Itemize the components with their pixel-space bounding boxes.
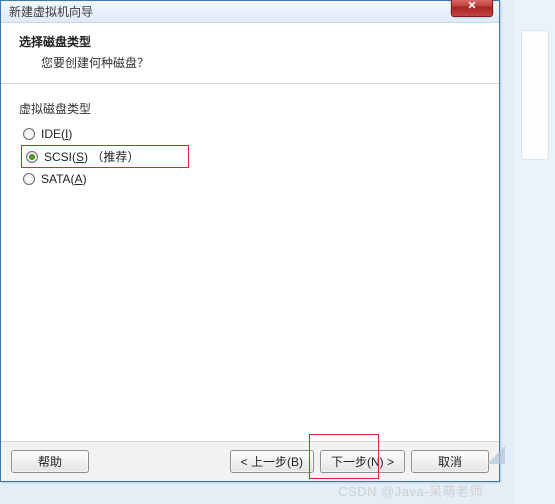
- cancel-button[interactable]: 取消: [411, 450, 489, 473]
- wizard-footer: 帮助 < 上一步(B) 下一步(N) > 取消: [1, 441, 499, 481]
- close-button[interactable]: ✕: [451, 0, 493, 17]
- option-scsi[interactable]: SCSI(S) （推荐）: [21, 145, 189, 168]
- radio-icon: [26, 151, 38, 163]
- option-sata[interactable]: SATA(A): [21, 168, 481, 190]
- help-button[interactable]: 帮助: [11, 450, 89, 473]
- group-label: 虚拟磁盘类型: [19, 100, 481, 117]
- radio-icon: [23, 128, 35, 140]
- titlebar: 新建虚拟机向导 ✕: [1, 1, 499, 23]
- radio-icon: [23, 173, 35, 185]
- wizard-dialog: 新建虚拟机向导 ✕ 选择磁盘类型 您要创建何种磁盘？ 虚拟磁盘类型 IDE(I)…: [0, 0, 500, 482]
- option-ide[interactable]: IDE(I): [21, 123, 481, 145]
- option-label: IDE(I): [41, 127, 72, 141]
- option-label: SCSI(S) （推荐）: [44, 148, 139, 165]
- wizard-body: 虚拟磁盘类型 IDE(I) SCSI(S) （推荐） SATA(A): [1, 84, 499, 200]
- back-button[interactable]: < 上一步(B): [230, 450, 314, 473]
- page-title: 选择磁盘类型: [19, 33, 481, 50]
- side-card: [521, 30, 549, 160]
- wizard-header: 选择磁盘类型 您要创建何种磁盘？: [1, 23, 499, 84]
- option-label: SATA(A): [41, 172, 87, 186]
- background-panel: [515, 0, 555, 504]
- window-title: 新建虚拟机向导: [9, 3, 93, 20]
- close-icon: ✕: [467, 0, 476, 12]
- next-button[interactable]: 下一步(N) >: [320, 450, 405, 473]
- watermark-text: CSDN @Java-呆萌老师: [338, 481, 483, 500]
- resize-grip-icon: [487, 446, 505, 464]
- page-subtitle: 您要创建何种磁盘？: [41, 54, 481, 71]
